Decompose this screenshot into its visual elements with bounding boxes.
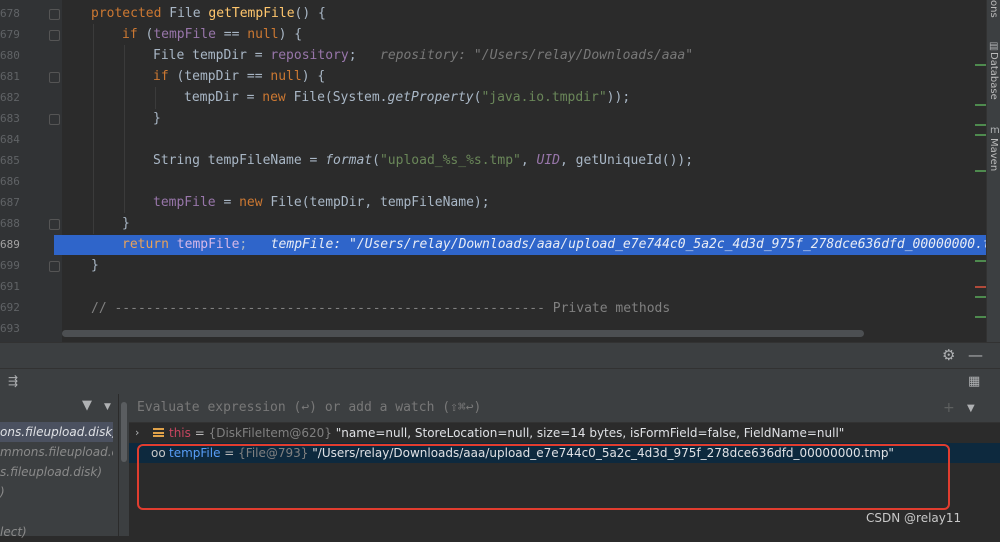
tool-window-database[interactable]: Database bbox=[988, 52, 999, 100]
indent-guide bbox=[155, 87, 156, 109]
code-line: File tempDir = repository; repository: "… bbox=[153, 48, 694, 63]
fold-toggle-icon[interactable] bbox=[49, 9, 60, 20]
highlight-annotation-box bbox=[137, 444, 950, 510]
indent-guide bbox=[93, 24, 94, 234]
line-number: 682 bbox=[0, 91, 20, 104]
code-line: if (tempDir == null) { bbox=[153, 69, 326, 84]
right-tool-strip: ons ▤ Database m Maven bbox=[986, 0, 1000, 342]
horizontal-scrollbar[interactable] bbox=[62, 326, 984, 340]
line-number: 679 bbox=[0, 28, 20, 41]
frame-item[interactable]: lect) bbox=[0, 522, 113, 542]
line-number: 693 bbox=[0, 322, 20, 335]
evaluate-expression-bar: Evaluate expression (↩) or add a watch (… bbox=[129, 394, 1000, 423]
frame-item[interactable]: ons.fileupload.disk) bbox=[0, 422, 113, 442]
code-line: } bbox=[153, 111, 161, 126]
line-number: 691 bbox=[0, 280, 20, 293]
debug-toolbar: ⇶ ▦ bbox=[0, 368, 1000, 395]
variable-name: this bbox=[169, 426, 191, 440]
change-marker[interactable] bbox=[975, 104, 986, 106]
frame-item[interactable]: s.fileupload.disk) bbox=[0, 462, 113, 482]
chevron-down-icon[interactable]: ▼ bbox=[104, 400, 111, 414]
watermark: CSDN @relay11 bbox=[866, 511, 962, 525]
line-number: 678 bbox=[0, 7, 20, 20]
change-marker[interactable] bbox=[975, 124, 986, 126]
gear-icon[interactable]: ⚙ bbox=[942, 348, 955, 363]
change-marker[interactable] bbox=[975, 260, 986, 262]
fold-toggle-icon[interactable] bbox=[49, 30, 60, 41]
line-number: 684 bbox=[0, 133, 20, 146]
horizontal-scrollbar-thumb[interactable] bbox=[62, 330, 864, 337]
line-number: 680 bbox=[0, 49, 20, 62]
code-line: } bbox=[122, 216, 130, 231]
code-editor[interactable]: 678 679 680 681 682 683 684 685 686 687 … bbox=[0, 0, 1000, 342]
line-number: 683 bbox=[0, 112, 20, 125]
line-number: 681 bbox=[0, 70, 20, 83]
code-comment: // -------------------------------------… bbox=[91, 301, 671, 316]
line-number: 689 bbox=[0, 238, 20, 251]
frame-item[interactable]: ) bbox=[0, 482, 113, 502]
frames-scrollbar[interactable] bbox=[119, 394, 129, 536]
line-number: 687 bbox=[0, 196, 20, 209]
frame-item[interactable]: mmons.fileupload.di bbox=[0, 442, 113, 462]
expand-chevron-icon[interactable]: › bbox=[135, 423, 139, 443]
code-line: } bbox=[91, 258, 99, 273]
line-number: 699 bbox=[0, 259, 20, 272]
change-marker[interactable] bbox=[975, 64, 986, 66]
tool-window-label[interactable]: ons bbox=[988, 0, 999, 18]
change-marker[interactable] bbox=[975, 296, 986, 298]
editor-gutter: 678 679 680 681 682 683 684 685 686 687 … bbox=[0, 0, 62, 342]
line-number: 686 bbox=[0, 175, 20, 188]
change-marker[interactable] bbox=[975, 134, 986, 136]
change-marker[interactable] bbox=[975, 170, 986, 172]
code-line: protected File getTempFile() { bbox=[91, 6, 326, 21]
frames-list[interactable]: ▼ ▼ ons.fileupload.disk) mmons.fileuploa… bbox=[0, 394, 119, 539]
frames-scrollbar-thumb[interactable] bbox=[121, 402, 127, 462]
code-line: String tempFileName = format("upload_%s_… bbox=[153, 153, 694, 168]
debug-header: ⚙ — bbox=[0, 342, 1000, 369]
threads-layout-icon[interactable]: ⇶ bbox=[8, 374, 18, 388]
inline-debug-hint: tempFile: "/Users/relay/Downloads/aaa/up… bbox=[270, 237, 986, 252]
object-icon bbox=[153, 428, 164, 437]
line-number: 688 bbox=[0, 217, 20, 230]
tool-window-maven[interactable]: Maven bbox=[988, 138, 999, 171]
filter-icon[interactable]: ▼ bbox=[82, 399, 92, 413]
change-marker[interactable] bbox=[975, 316, 986, 318]
variable-type: {DiskFileItem@620} bbox=[208, 426, 332, 440]
minimize-icon[interactable]: — bbox=[968, 348, 983, 363]
indent-guide bbox=[124, 45, 125, 213]
fold-toggle-icon[interactable] bbox=[49, 261, 60, 272]
inline-debug-hint: repository: "/Users/relay/Downloads/aaa" bbox=[380, 48, 694, 63]
frame-item[interactable] bbox=[0, 502, 113, 522]
line-number: 692 bbox=[0, 301, 20, 314]
line-number: 685 bbox=[0, 154, 20, 167]
fold-toggle-icon[interactable] bbox=[49, 219, 60, 230]
chevron-down-icon[interactable]: ▼ bbox=[967, 402, 975, 416]
evaluate-expression-input[interactable]: Evaluate expression (↩) or add a watch (… bbox=[137, 400, 481, 415]
maven-icon[interactable]: m bbox=[990, 124, 1000, 138]
fold-toggle-icon[interactable] bbox=[49, 72, 60, 83]
variable-row-this[interactable]: › this = {DiskFileItem@620} "name=null, … bbox=[129, 423, 1000, 443]
code-line: tempDir = new File(System.getProperty("j… bbox=[184, 90, 631, 105]
fold-toggle-icon[interactable] bbox=[49, 114, 60, 125]
variable-value: "name=null, StoreLocation=null, size=14 … bbox=[335, 426, 845, 440]
code-line: tempFile = new File(tempDir, tempFileNam… bbox=[153, 195, 490, 210]
add-watch-icon[interactable]: + bbox=[943, 401, 955, 415]
layout-settings-icon[interactable]: ▦ bbox=[968, 375, 980, 389]
code-line: if (tempFile == null) { bbox=[122, 27, 303, 42]
change-marker[interactable] bbox=[975, 286, 986, 288]
current-execution-line: return tempFile; tempFile: "/Users/relay… bbox=[54, 235, 986, 255]
